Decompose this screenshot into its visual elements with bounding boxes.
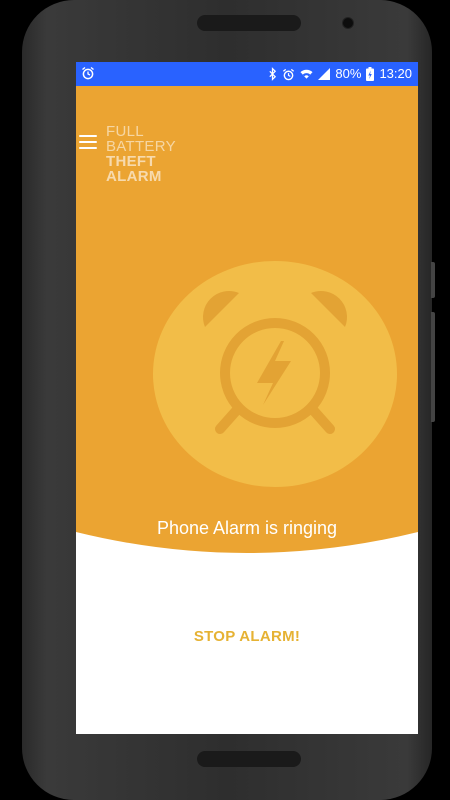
stop-alarm-button[interactable]: STOP ALARM! bbox=[76, 628, 418, 645]
logo-line-alarm: ALARM bbox=[106, 168, 162, 185]
signal-icon bbox=[318, 68, 331, 80]
alarm-status-message: Phone Alarm is ringing bbox=[156, 518, 338, 538]
logo-line-theft: THEFT bbox=[106, 153, 156, 170]
bluetooth-icon bbox=[269, 67, 277, 81]
screen: 80% 13:20 FULL BATTERY THEFT ALARM Phone… bbox=[76, 62, 418, 734]
alarm-icon bbox=[283, 68, 295, 80]
logo-line-battery: BATTERY bbox=[106, 138, 176, 155]
battery-charging-icon bbox=[366, 67, 375, 81]
power-button bbox=[431, 312, 435, 422]
status-bar: 80% 13:20 bbox=[76, 62, 418, 86]
front-camera bbox=[342, 17, 354, 29]
volume-button bbox=[431, 262, 435, 298]
top-speaker bbox=[197, 15, 301, 31]
app-logo: FULL BATTERY THEFT ALARM bbox=[106, 124, 176, 184]
bottom-speaker bbox=[197, 751, 301, 767]
wifi-icon bbox=[300, 69, 313, 79]
battery-percent: 80% bbox=[335, 66, 362, 81]
hamburger-menu-icon[interactable] bbox=[79, 135, 97, 149]
logo-line-full: FULL bbox=[106, 123, 144, 140]
alarm-clock-bolt-icon bbox=[153, 261, 397, 487]
alarm-panel: FULL BATTERY THEFT ALARM Phone Alarm is … bbox=[76, 86, 418, 606]
alarm-clock-icon bbox=[82, 66, 94, 80]
phone-frame: 80% 13:20 FULL BATTERY THEFT ALARM Phone… bbox=[22, 0, 435, 800]
clock: 13:20 bbox=[379, 66, 412, 81]
